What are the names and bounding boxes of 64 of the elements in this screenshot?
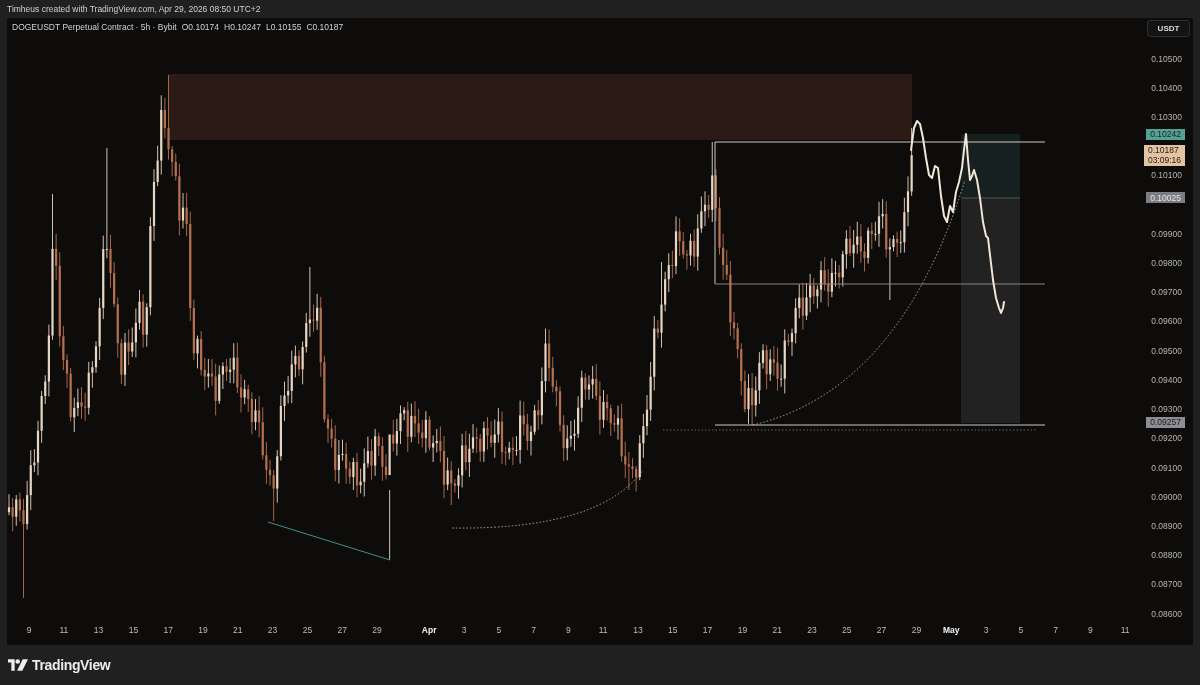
price-axis-label: 0.08800: [1151, 550, 1182, 562]
ohlc-value: L0.10155: [265, 22, 302, 33]
time-axis-label: 15: [668, 625, 678, 636]
price-axis-label: 0.08900: [1151, 521, 1182, 532]
time-axis-label: 7: [1053, 625, 1058, 636]
price-badge: 0.10242: [1146, 128, 1185, 140]
price-axis-label: 0.09700: [1151, 287, 1182, 299]
projection-box-upper: [961, 134, 1020, 198]
price-axis-label: 0.08700: [1151, 579, 1182, 591]
time-axis-label: 5: [496, 625, 502, 636]
currency-button[interactable]: USDT: [1147, 20, 1190, 37]
price-axis-label: 0.09900: [1151, 228, 1182, 240]
time-axis-label: 9: [566, 625, 571, 636]
brand-name: TradingView: [32, 655, 111, 675]
time-axis-label: 9: [1088, 625, 1093, 636]
time-axis-label: 21: [233, 625, 243, 636]
price-axis-label: 0.08600: [1151, 608, 1182, 620]
time-axis-label: 7: [531, 625, 536, 636]
price-axis-label: 0.10500: [1151, 53, 1182, 65]
price-axis-label: 0.09100: [1151, 462, 1182, 474]
time-axis-label: 27: [337, 625, 347, 636]
time-axis-label: 17: [163, 625, 173, 636]
price-axis-label: 0.10300: [1151, 111, 1182, 123]
time-axis-label: 23: [807, 625, 817, 636]
time-axis-label: 15: [128, 625, 139, 636]
symbol-title: DOGEUSDT Perpetual Contract · 5h · Bybit: [12, 22, 177, 33]
price-axis-label: 0.09800: [1151, 258, 1182, 270]
time-axis-label: 21: [772, 625, 782, 636]
price-axis-label: 0.09200: [1151, 433, 1182, 445]
time-axis-label: 27: [876, 625, 887, 636]
time-axis-label: 29: [911, 625, 922, 636]
ohlc-value: O0.10174: [181, 22, 220, 33]
time-axis-label: Apr: [421, 625, 437, 636]
price-badge: 0.09257: [1146, 416, 1185, 428]
time-axis-label: 9: [26, 625, 32, 636]
price-axis-label: 0.09300: [1151, 404, 1182, 416]
time-axis-label: 11: [598, 625, 608, 636]
time-axis-label: 23: [267, 625, 278, 636]
logo-icon: [8, 659, 28, 671]
price-axis-label: 0.09400: [1151, 374, 1182, 386]
time-axis-label: 3: [983, 625, 989, 636]
time-axis-label: 25: [842, 625, 852, 636]
time-axis-label: May: [942, 625, 960, 636]
price-badge: 0.10187 03:09:16: [1143, 144, 1185, 166]
time-axis-label: 3: [461, 625, 467, 636]
time-axis-label: 25: [302, 625, 313, 636]
price-badge: 0.10025: [1146, 192, 1185, 204]
time-axis-label: 17: [702, 625, 713, 636]
time-axis-label: 19: [198, 625, 208, 636]
time-axis-label: 19: [737, 625, 748, 636]
price-axis-label: 0.10400: [1151, 82, 1182, 94]
time-axis-label: 13: [93, 625, 104, 636]
attribution-text: Timheus created with TradingView.com, Apr 29, 2026 08:50 UTC+2: [7, 2, 261, 16]
time-axis-label: 13: [633, 625, 643, 636]
price-axis-label: 0.09600: [1151, 316, 1182, 328]
time-axis-label: 5: [1018, 625, 1024, 636]
price-axis-label: 0.09500: [1151, 345, 1182, 357]
price-axis-label: 0.09000: [1151, 491, 1182, 503]
time-axis-label: 11: [1120, 625, 1130, 636]
ohlc-value: C0.10187: [306, 22, 344, 33]
price-axis-label: 0.10100: [1151, 170, 1182, 182]
ohlc-value: H0.10247: [224, 22, 261, 33]
time-axis-label: 11: [59, 625, 69, 636]
time-axis-label: 29: [372, 625, 382, 636]
